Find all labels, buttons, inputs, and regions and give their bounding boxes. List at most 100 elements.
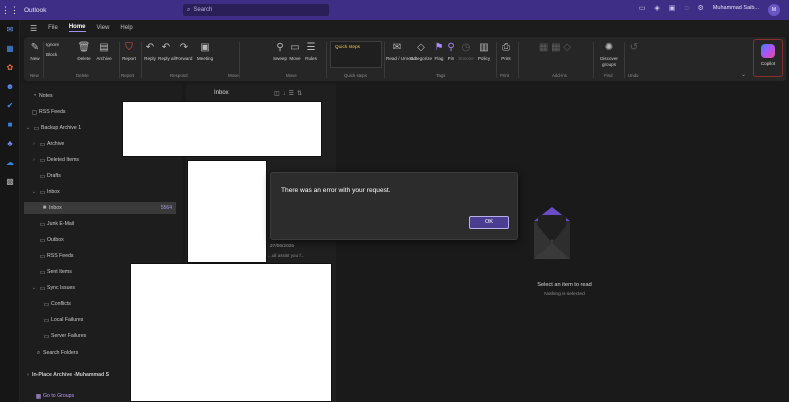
discover-groups-button[interactable]: ✺ Discover groups bbox=[596, 40, 622, 68]
block-button[interactable]: Block bbox=[46, 52, 70, 58]
copilot-button[interactable]: Copilot bbox=[753, 39, 783, 77]
flag-button[interactable]: ⚑ Flag bbox=[434, 40, 444, 62]
folder-icon: ▭ bbox=[39, 221, 46, 228]
ignore-block-stack: Ignore Block bbox=[46, 40, 70, 58]
redaction-box-3 bbox=[130, 263, 332, 402]
todo-icon[interactable]: ✔ bbox=[0, 96, 20, 115]
print-button[interactable]: ⎙ Print bbox=[499, 40, 513, 62]
tag-icon: ◇ bbox=[417, 42, 425, 53]
delete-button[interactable]: 🗑 Delete bbox=[76, 40, 92, 62]
forward-icon: ↷ bbox=[179, 42, 189, 53]
chevron-down-icon[interactable]: ⌄ bbox=[24, 125, 32, 131]
onedrive-icon[interactable]: ☁ bbox=[0, 153, 20, 172]
user-name[interactable]: Muhammad Saib... bbox=[713, 5, 759, 11]
categorize-button[interactable]: ◇ Categorize bbox=[408, 40, 434, 62]
sweep-button[interactable]: ⚲ Sweep bbox=[272, 40, 288, 62]
people-icon[interactable]: ☻ bbox=[0, 77, 20, 96]
tab-view[interactable]: View bbox=[97, 25, 110, 31]
teams-rail-icon[interactable]: ♣ bbox=[0, 134, 20, 153]
folder-icon: ▭ bbox=[39, 157, 46, 164]
folder-drafts[interactable]: ▭ Drafts bbox=[38, 170, 196, 182]
chevron-down-icon[interactable]: ⌄ bbox=[30, 189, 38, 195]
empty-state-title: Select an item to read bbox=[537, 282, 592, 288]
select-icon[interactable]: ◫ bbox=[274, 91, 283, 97]
settings-gear-icon[interactable]: ⚙ bbox=[698, 4, 704, 12]
divider bbox=[593, 42, 594, 78]
app-rail: ✉ ▦ ✿ ☻ ✔ ■ ♣ ☁ ▩ bbox=[0, 20, 20, 402]
avatar[interactable]: M bbox=[768, 4, 780, 16]
group-label-tags: Tags bbox=[436, 73, 446, 78]
folder-inbox-parent[interactable]: ⌄ ▭ Inbox bbox=[30, 186, 188, 198]
undo-icon: ↺ bbox=[629, 42, 639, 53]
copilot-rail-icon[interactable]: ✿ bbox=[0, 58, 20, 77]
pin-icon: ⚲ bbox=[447, 42, 455, 53]
divider bbox=[239, 42, 240, 78]
ribbon-expand-chevron-icon[interactable]: ⌄ bbox=[741, 71, 746, 78]
addins-buttons[interactable]: ▦ ▦ ◇ bbox=[522, 40, 588, 56]
word-icon[interactable]: ■ bbox=[0, 115, 20, 134]
reading-pane: Select an item to read Nothing is select… bbox=[340, 84, 789, 402]
group-label-report: Report bbox=[121, 73, 135, 78]
chevron-right-icon[interactable]: › bbox=[24, 372, 32, 378]
rules-button[interactable]: ☰ Rules bbox=[304, 40, 318, 62]
groups-icon: ▦ bbox=[35, 393, 42, 400]
tab-home[interactable]: Home bbox=[68, 24, 86, 32]
ignore-button[interactable]: Ignore bbox=[46, 42, 70, 48]
report-button[interactable]: ⛉ Report bbox=[120, 40, 138, 62]
undo-button[interactable]: ↺ bbox=[627, 40, 641, 56]
teams-icon[interactable]: ◈ bbox=[654, 4, 659, 12]
notifications-icon[interactable]: ◌ bbox=[684, 5, 688, 12]
ok-button[interactable]: OK bbox=[469, 216, 509, 229]
folder-rss-feeds[interactable]: ▭ RSS Feeds bbox=[38, 250, 196, 262]
chevron-right-icon[interactable]: › bbox=[30, 157, 38, 163]
app-name: Outlook bbox=[24, 6, 47, 14]
folder-icon: ▭ bbox=[39, 269, 46, 276]
my-day-icon[interactable]: ▣ bbox=[669, 4, 676, 12]
hamburger-icon[interactable]: ☰ bbox=[30, 24, 37, 33]
folder-inbox-selected[interactable]: ■ Inbox 5564 bbox=[24, 202, 176, 214]
calendar-icon[interactable]: ▦ bbox=[0, 39, 20, 58]
mail-icon[interactable]: ✉ bbox=[0, 20, 20, 39]
forward-button[interactable]: ↷ Forward bbox=[175, 40, 193, 62]
divider bbox=[43, 42, 44, 78]
archive-button[interactable]: ▤ Archive bbox=[94, 40, 114, 62]
reply-all-icon: ↶ bbox=[161, 42, 171, 53]
pin-button[interactable]: ⚲ Pin bbox=[446, 40, 456, 62]
filter-icon[interactable]: ☰ bbox=[289, 91, 297, 97]
reply-button[interactable]: ↶ Reply bbox=[143, 40, 157, 62]
titlebar-actions: ▭ ◈ ▣ ◌ ⚙ Muhammad Saib... bbox=[639, 4, 759, 13]
move-button[interactable]: ▭ Move bbox=[288, 40, 302, 62]
app-launcher-icon[interactable]: ⋮⋮ bbox=[0, 5, 20, 16]
tab-help[interactable]: Help bbox=[120, 25, 132, 31]
reply-all-button[interactable]: ↶ Reply all bbox=[158, 40, 176, 62]
folder-icon: ▭ bbox=[39, 253, 46, 260]
folder-icon: ▭ bbox=[39, 189, 46, 196]
tab-file[interactable]: File bbox=[48, 25, 58, 31]
divider bbox=[518, 42, 519, 78]
search-box[interactable]: ⌕ Search bbox=[183, 4, 329, 16]
chevron-down-icon[interactable]: ⌄ bbox=[30, 285, 38, 291]
chat-icon[interactable]: ▭ bbox=[639, 4, 646, 12]
folder-junk[interactable]: ▭ Junk E-Mail bbox=[38, 218, 196, 230]
sort-icon[interactable]: ⇅ bbox=[297, 91, 305, 97]
policy-button[interactable]: ▥ Policy bbox=[476, 40, 492, 62]
group-label-print: Print bbox=[500, 73, 510, 78]
divider bbox=[141, 42, 142, 78]
folder-icon: ▭ bbox=[33, 125, 40, 132]
read-unread-button[interactable]: ✉ Read / Unread bbox=[386, 40, 416, 62]
folder-icon: ▭ bbox=[39, 173, 46, 180]
folder-outbox[interactable]: ▭ Outbox bbox=[38, 234, 196, 246]
group-label-find: Find bbox=[604, 73, 613, 78]
folder-icon: ▭ bbox=[39, 237, 46, 244]
chevron-right-icon[interactable]: › bbox=[30, 141, 38, 147]
new-mail-icon: ✎ bbox=[30, 42, 40, 53]
chevron-down-icon[interactable]: ⌄ bbox=[335, 45, 378, 63]
meeting-button[interactable]: ▣ Meeting bbox=[194, 40, 216, 62]
report-icon: ⛉ bbox=[125, 42, 133, 53]
envelope-illustration bbox=[534, 207, 570, 259]
more-apps-icon[interactable]: ▩ bbox=[0, 172, 20, 191]
quick-steps-gallery[interactable]: Quick steps ⌄ bbox=[330, 41, 382, 68]
rss-icon: ▢ bbox=[31, 109, 38, 116]
snooze-button[interactable]: ◷ Snooze bbox=[458, 40, 474, 62]
new-button[interactable]: ✎ New bbox=[28, 40, 42, 62]
